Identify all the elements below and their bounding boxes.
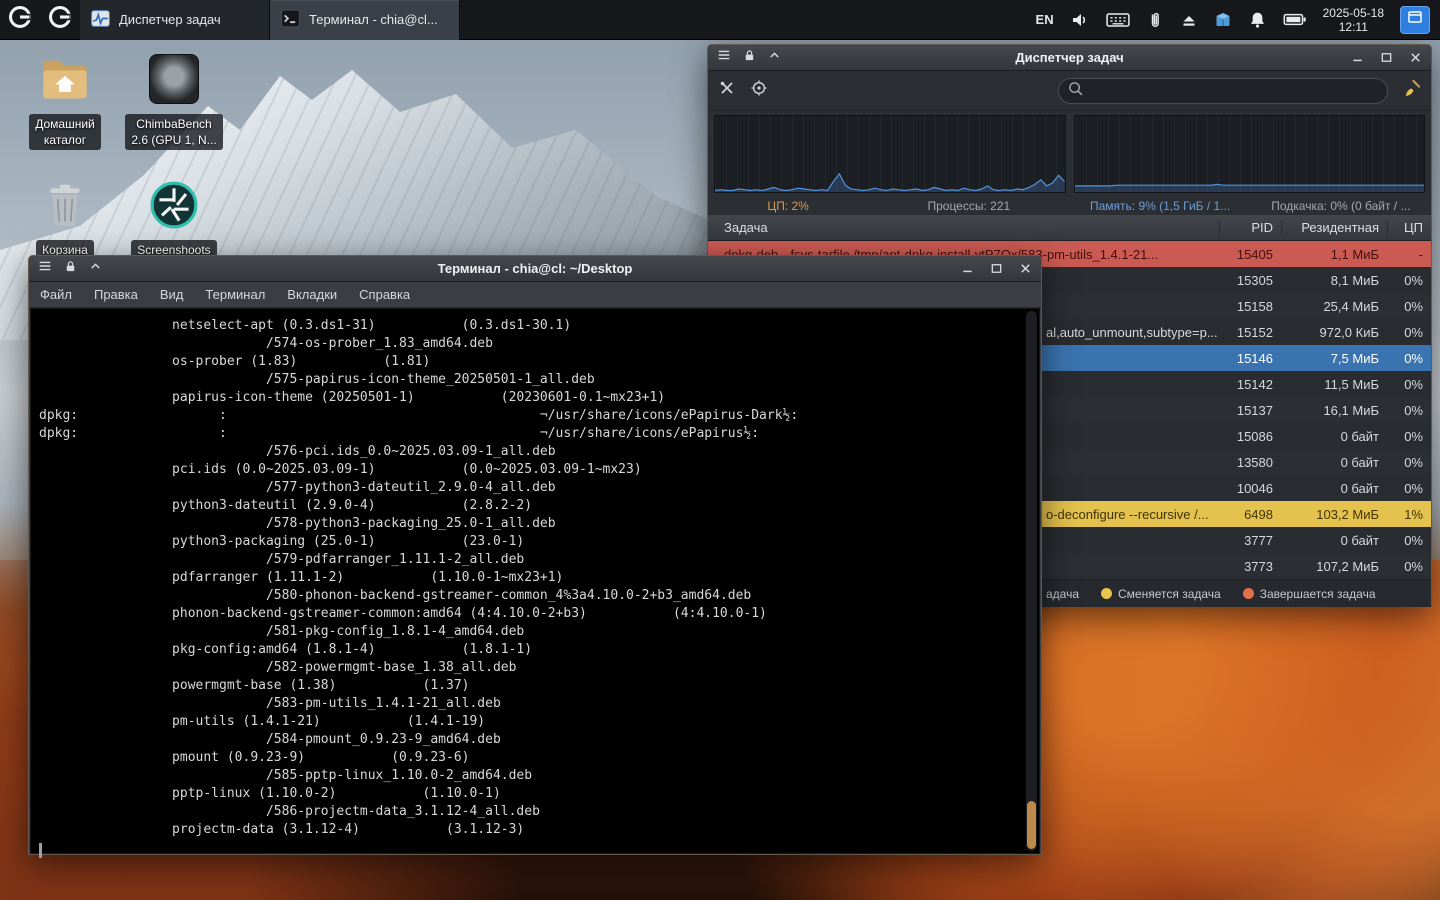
column-cpu[interactable]: ЦП [1387,220,1431,235]
terminal-cursor [39,843,42,858]
clock-date: 2025-05-18 [1322,5,1384,20]
minimize-button[interactable] [1350,50,1365,65]
menu-icon[interactable] [716,47,732,68]
lock-icon[interactable] [742,48,757,68]
lock-icon[interactable] [63,259,78,279]
terminal-menubar: Файл Правка Вид Терминал Вкладки Справка [29,282,1041,308]
taskbar-item-taskmanager[interactable]: Диспетчер задач [80,0,270,40]
cpu-stat: ЦП: 2% [767,199,809,213]
clock[interactable]: 2025-05-18 12:11 [1323,6,1384,34]
tools-icon[interactable] [718,79,736,102]
search-input[interactable] [1090,83,1379,98]
menu-icon[interactable] [37,258,53,279]
rollup-icon[interactable] [88,259,103,279]
keyboard-layout-indicator[interactable]: EN [1036,12,1054,27]
menu-view[interactable]: Вид [149,287,195,302]
legend-ending-task: Завершается задача [1242,587,1376,601]
scrollbar-thumb[interactable] [1027,801,1036,849]
taskbar-item-label: Диспетчер задач [119,12,221,27]
column-resident[interactable]: Резидентная [1281,220,1387,235]
window-glyph-icon [1406,8,1424,31]
chimbabench-icon [124,52,224,106]
taskbar-item-terminal[interactable]: Терминал - chia@cl... [270,0,460,40]
clock-time: 12:11 [1338,19,1368,34]
screenshots-icon [124,178,224,232]
orange-dot-icon [1242,587,1254,599]
rollup-icon[interactable] [767,48,782,68]
terminal-window: Терминал - chia@cl: ~/Desktop Файл Правк… [28,255,1042,858]
top-panel: Диспетчер задач Терминал - chia@cl... EN… [0,0,1440,40]
desktop-icon-chimbabench[interactable]: ChimbaBench 2.6 (GPU 1, N... [124,52,224,150]
stats-bar: ЦП: 2% Процессы: 221 Память: 9% (1,5 ГиБ… [708,197,1431,215]
taskmanager-icon [90,8,111,32]
broom-icon[interactable] [1402,79,1421,103]
clipboard-icon[interactable] [1146,10,1164,30]
column-task[interactable]: Задача [708,220,1219,235]
target-icon[interactable] [750,79,768,102]
menu-tabs[interactable]: Вкладки [276,287,348,302]
task-manager-toolbar [708,71,1431,111]
terminal-viewport[interactable]: netselect-apt (0.3.ds1-31) (0.3.ds1-30.1… [30,308,1040,858]
column-pid[interactable]: PID [1219,220,1281,235]
graphs [708,111,1431,197]
home-folder-icon [15,52,115,106]
close-button[interactable] [1408,50,1423,65]
search-field[interactable] [1058,77,1388,104]
taskbar-item-label: Терминал - chia@cl... [309,12,438,27]
terminal-scrollbar[interactable] [1026,311,1037,851]
desktop-icon-label: Домашний каталог [29,114,101,150]
battery-icon[interactable] [1283,12,1307,27]
maximize-button[interactable] [989,261,1004,276]
menu-help[interactable]: Справка [348,287,421,302]
app-launcher-2[interactable] [40,0,80,40]
close-button[interactable] [1018,261,1033,276]
memory-graph [1073,115,1425,193]
window-title: Терминал - chia@cl: ~/Desktop [437,261,633,276]
desktop-icon-home[interactable]: Домашний каталог [15,52,115,150]
eject-icon[interactable] [1180,11,1198,29]
terminal-titlebar[interactable]: Терминал - chia@cl: ~/Desktop [29,256,1041,282]
table-header[interactable]: Задача PID Резидентная ЦП [708,215,1431,241]
notifications-icon[interactable] [1248,10,1267,29]
keyboard-icon[interactable] [1105,11,1130,29]
menu-file[interactable]: Файл [29,287,83,302]
logo-icon [7,4,33,35]
updates-icon[interactable] [1214,11,1232,29]
maximize-button[interactable] [1379,50,1394,65]
menu-terminal[interactable]: Терминал [194,287,276,302]
menu-edit[interactable]: Правка [83,287,149,302]
show-desktop-button[interactable] [1400,5,1430,34]
terminal-icon [280,8,301,32]
app-launcher-1[interactable] [0,0,40,40]
volume-icon[interactable] [1070,10,1090,30]
desktop-icon-screenshots[interactable]: Screenshoots [124,178,224,260]
terminal-output: netselect-apt (0.3.ds1-31) (0.3.ds1-30.1… [39,318,799,837]
desktop-icon-trash[interactable]: Корзина [15,178,115,260]
cpu-graph [714,115,1066,193]
legend-changing-task: Сменяется задача [1101,587,1221,601]
minimize-button[interactable] [960,261,975,276]
swap-stat: Подкачка: 0% (0 байт / ... [1271,199,1411,213]
yellow-dot-icon [1101,587,1113,599]
task-manager-titlebar[interactable]: Диспетчер задач [708,45,1431,71]
search-icon [1067,80,1084,102]
desktop-icon-label: ChimbaBench 2.6 (GPU 1, N... [125,114,223,150]
window-title: Диспетчер задач [1015,50,1124,65]
desktop: Домашний каталог ChimbaBench 2.6 (GPU 1, N… [0,0,1440,900]
processes-stat: Процессы: 221 [927,199,1011,213]
legend-new-task: адача [1046,586,1080,601]
logo-icon [47,4,73,35]
memory-stat: Память: 9% (1,5 ГиБ / 1... [1090,199,1231,213]
trash-icon [15,178,115,232]
